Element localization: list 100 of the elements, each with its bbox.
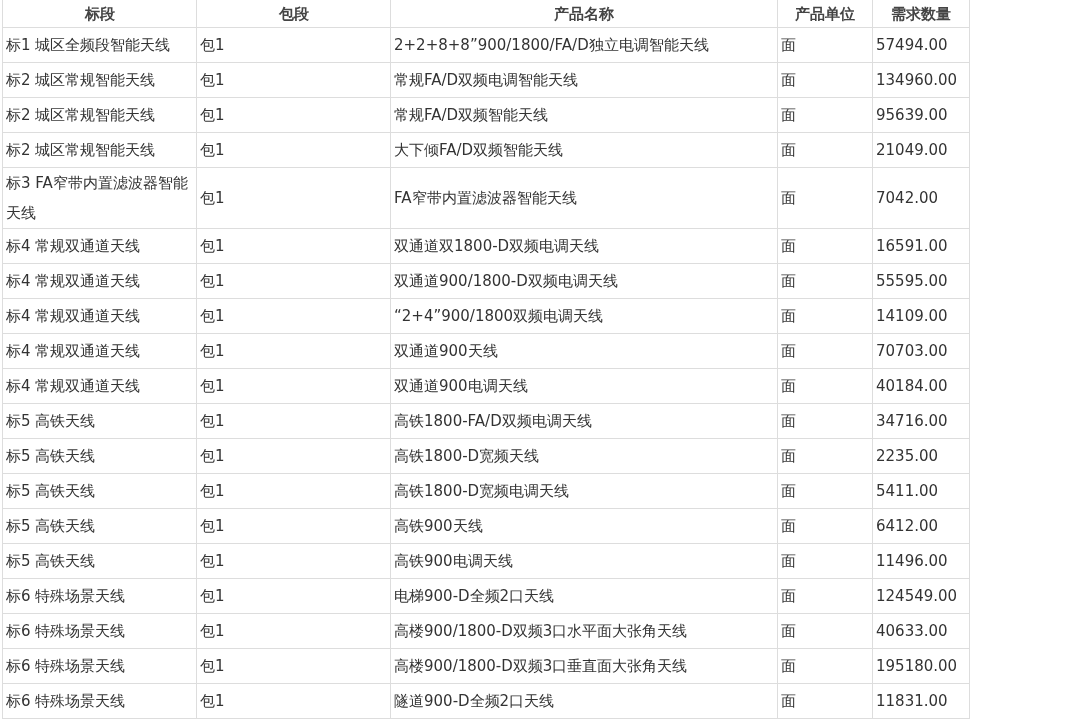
table-cell: 面 bbox=[777, 368, 873, 404]
table-cell: 面 bbox=[777, 438, 873, 474]
table-cell: 包1 bbox=[196, 368, 391, 404]
table-cell: 面 bbox=[777, 473, 873, 509]
table-cell: 5411.00 bbox=[872, 473, 970, 509]
table-cell: 包1 bbox=[196, 473, 391, 509]
table-cell: 常规FA/D双频智能天线 bbox=[390, 97, 778, 133]
table-cell: 面 bbox=[777, 97, 873, 133]
table-cell: 电梯900-D全频2口天线 bbox=[390, 578, 778, 614]
table-cell: 标3 FA窄带内置滤波器智能天线 bbox=[2, 167, 197, 229]
table-cell: 包1 bbox=[196, 263, 391, 299]
table-cell: 70703.00 bbox=[872, 333, 970, 369]
table-cell: 标6 特殊场景天线 bbox=[2, 648, 197, 684]
table-cell: 标2 城区常规智能天线 bbox=[2, 132, 197, 168]
column-header: 标段 bbox=[2, 0, 197, 28]
table-cell: 40184.00 bbox=[872, 368, 970, 404]
table-cell: 高铁1800-D宽频天线 bbox=[390, 438, 778, 474]
table-cell: 双通道900天线 bbox=[390, 333, 778, 369]
table-cell: 包1 bbox=[196, 228, 391, 264]
table-cell: 95639.00 bbox=[872, 97, 970, 133]
table-cell: 隧道900-D全频2口天线 bbox=[390, 683, 778, 719]
table-cell: 124549.00 bbox=[872, 578, 970, 614]
table-cell: 16591.00 bbox=[872, 228, 970, 264]
table-cell: 面 bbox=[777, 403, 873, 439]
table-cell: 包1 bbox=[196, 648, 391, 684]
table-cell: 面 bbox=[777, 228, 873, 264]
column-header: 需求数量 bbox=[872, 0, 970, 28]
table-cell: 7042.00 bbox=[872, 167, 970, 229]
column-header: 包段 bbox=[196, 0, 391, 28]
table-cell: 面 bbox=[777, 578, 873, 614]
table-cell: 11831.00 bbox=[872, 683, 970, 719]
table-cell: 40633.00 bbox=[872, 613, 970, 649]
table-cell: 55595.00 bbox=[872, 263, 970, 299]
column-header: 产品单位 bbox=[777, 0, 873, 28]
table-cell: 包1 bbox=[196, 97, 391, 133]
table-cell: 常规FA/D双频电调智能天线 bbox=[390, 62, 778, 98]
table-cell: 2235.00 bbox=[872, 438, 970, 474]
table-cell: 2+2+8+8”900/1800/FA/D独立电调智能天线 bbox=[390, 27, 778, 63]
table-cell: 标4 常规双通道天线 bbox=[2, 263, 197, 299]
table-cell: 34716.00 bbox=[872, 403, 970, 439]
table-cell: 标4 常规双通道天线 bbox=[2, 368, 197, 404]
table-cell: 包1 bbox=[196, 543, 391, 579]
table-cell: 标4 常规双通道天线 bbox=[2, 333, 197, 369]
table-cell: 双通道900电调天线 bbox=[390, 368, 778, 404]
table-cell: 包1 bbox=[196, 132, 391, 168]
table-cell: 包1 bbox=[196, 508, 391, 544]
table-cell: 标2 城区常规智能天线 bbox=[2, 62, 197, 98]
table-cell: 195180.00 bbox=[872, 648, 970, 684]
table-cell: 面 bbox=[777, 132, 873, 168]
table-cell: 包1 bbox=[196, 683, 391, 719]
table-cell: 面 bbox=[777, 27, 873, 63]
table-cell: 标4 常规双通道天线 bbox=[2, 298, 197, 334]
table-cell: 双通道双1800-D双频电调天线 bbox=[390, 228, 778, 264]
table-cell: 包1 bbox=[196, 333, 391, 369]
table-cell: 面 bbox=[777, 613, 873, 649]
table-cell: 标5 高铁天线 bbox=[2, 473, 197, 509]
table-cell: 包1 bbox=[196, 613, 391, 649]
table-cell: 面 bbox=[777, 333, 873, 369]
table-cell: 高铁1800-FA/D双频电调天线 bbox=[390, 403, 778, 439]
table-cell: 高铁900天线 bbox=[390, 508, 778, 544]
table-cell: 标6 特殊场景天线 bbox=[2, 683, 197, 719]
table-cell: 标5 高铁天线 bbox=[2, 438, 197, 474]
table-cell: 14109.00 bbox=[872, 298, 970, 334]
table-cell: 面 bbox=[777, 62, 873, 98]
table-cell: 包1 bbox=[196, 27, 391, 63]
table-cell: 面 bbox=[777, 648, 873, 684]
table-cell: 标2 城区常规智能天线 bbox=[2, 97, 197, 133]
table-cell: 双通道900/1800-D双频电调天线 bbox=[390, 263, 778, 299]
table-cell: 标6 特殊场景天线 bbox=[2, 578, 197, 614]
table-cell: 包1 bbox=[196, 578, 391, 614]
table-cell: 21049.00 bbox=[872, 132, 970, 168]
table-cell: 标5 高铁天线 bbox=[2, 543, 197, 579]
table-cell: 11496.00 bbox=[872, 543, 970, 579]
table-cell: 标4 常规双通道天线 bbox=[2, 228, 197, 264]
table-cell: 面 bbox=[777, 683, 873, 719]
table-cell: 标1 城区全频段智能天线 bbox=[2, 27, 197, 63]
table-cell: 高铁900电调天线 bbox=[390, 543, 778, 579]
table-cell: FA窄带内置滤波器智能天线 bbox=[390, 167, 778, 229]
table-cell: 6412.00 bbox=[872, 508, 970, 544]
table-cell: 面 bbox=[777, 263, 873, 299]
table-cell: 包1 bbox=[196, 403, 391, 439]
table-cell: 标5 高铁天线 bbox=[2, 403, 197, 439]
table-cell: 面 bbox=[777, 543, 873, 579]
table-cell: “2+4”900/1800双频电调天线 bbox=[390, 298, 778, 334]
table-cell: 标5 高铁天线 bbox=[2, 508, 197, 544]
table-cell: 包1 bbox=[196, 62, 391, 98]
table-cell: 包1 bbox=[196, 298, 391, 334]
column-header: 产品名称 bbox=[390, 0, 778, 28]
table-cell: 面 bbox=[777, 167, 873, 229]
table-cell: 包1 bbox=[196, 438, 391, 474]
table-cell: 高楼900/1800-D双频3口垂直面大张角天线 bbox=[390, 648, 778, 684]
table-cell: 高楼900/1800-D双频3口水平面大张角天线 bbox=[390, 613, 778, 649]
table-cell: 134960.00 bbox=[872, 62, 970, 98]
table-cell: 57494.00 bbox=[872, 27, 970, 63]
table-cell: 包1 bbox=[196, 167, 391, 229]
table-cell: 标6 特殊场景天线 bbox=[2, 613, 197, 649]
table-cell: 高铁1800-D宽频电调天线 bbox=[390, 473, 778, 509]
table-cell: 大下倾FA/D双频智能天线 bbox=[390, 132, 778, 168]
table-cell: 面 bbox=[777, 508, 873, 544]
table-cell: 面 bbox=[777, 298, 873, 334]
